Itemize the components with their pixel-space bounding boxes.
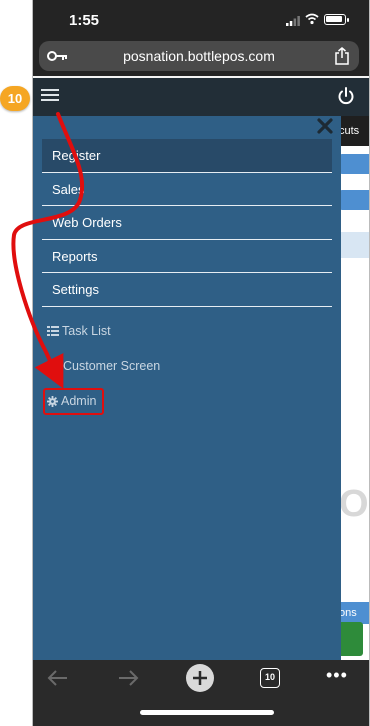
address-bar[interactable]: posnation.bottlepos.com — [39, 41, 359, 71]
wifi-icon — [305, 13, 319, 25]
step-badge: 10 — [0, 86, 30, 111]
url-text: posnation.bottlepos.com — [123, 48, 275, 64]
app-top-bar — [33, 78, 369, 116]
menu-item-settings[interactable]: Settings — [42, 273, 332, 307]
options-button[interactable]: ons — [339, 602, 369, 624]
menu-item-customer-screen[interactable]: Customer Screen — [47, 359, 160, 373]
side-menu: Register Sales Web Orders Reports Settin… — [33, 116, 341, 660]
menu-item-task-list[interactable]: Task List — [47, 324, 111, 338]
menu-item-register[interactable]: Register — [42, 139, 332, 173]
signal-icon — [286, 16, 300, 26]
tabs-icon: 10 — [264, 672, 275, 682]
close-icon[interactable] — [317, 118, 333, 134]
browser-toolbar: 10 ••• — [33, 660, 369, 726]
background-button — [339, 154, 369, 174]
task-list-label: Task List — [62, 324, 111, 338]
gear-icon — [47, 395, 58, 407]
power-icon[interactable] — [336, 86, 356, 106]
tabs-button[interactable]: 10 — [260, 668, 280, 688]
customer-screen-label: Customer Screen — [63, 359, 161, 373]
hamburger-menu-button[interactable] — [39, 86, 61, 106]
status-bar: 1:55 — [33, 0, 369, 38]
admin-label: Admin — [61, 394, 97, 408]
shortcuts-tab[interactable]: cuts — [339, 116, 369, 146]
new-tab-button[interactable] — [186, 664, 214, 692]
plus-icon — [193, 671, 207, 685]
browser-window: 1:55 posnation.bottlepos.com cuts O ons … — [32, 0, 370, 726]
menu-item-admin[interactable]: Admin — [47, 394, 96, 408]
status-time: 1:55 — [69, 12, 100, 29]
background-logo: O — [339, 484, 369, 524]
hamburger-icon — [41, 89, 59, 91]
address-bar-area: posnation.bottlepos.com — [33, 38, 369, 76]
menu-item-sales[interactable]: Sales — [42, 173, 332, 206]
share-icon[interactable] — [334, 47, 350, 65]
background-button — [339, 190, 369, 210]
back-icon[interactable] — [47, 669, 69, 687]
menu-item-reports[interactable]: Reports — [42, 240, 332, 273]
phone-screen: 1:55 posnation.bottlepos.com cuts O ons … — [0, 0, 370, 726]
list-icon — [47, 326, 59, 336]
menu-item-web-orders[interactable]: Web Orders — [42, 206, 332, 240]
background-strip — [339, 232, 369, 258]
more-icon[interactable]: ••• — [326, 666, 348, 688]
menu-list: Register Sales Web Orders Reports Settin… — [42, 139, 332, 307]
background-green-button — [339, 622, 363, 656]
forward-icon[interactable] — [117, 669, 139, 687]
eye-icon — [47, 362, 60, 370]
home-indicator — [140, 710, 274, 715]
battery-icon — [324, 14, 349, 25]
